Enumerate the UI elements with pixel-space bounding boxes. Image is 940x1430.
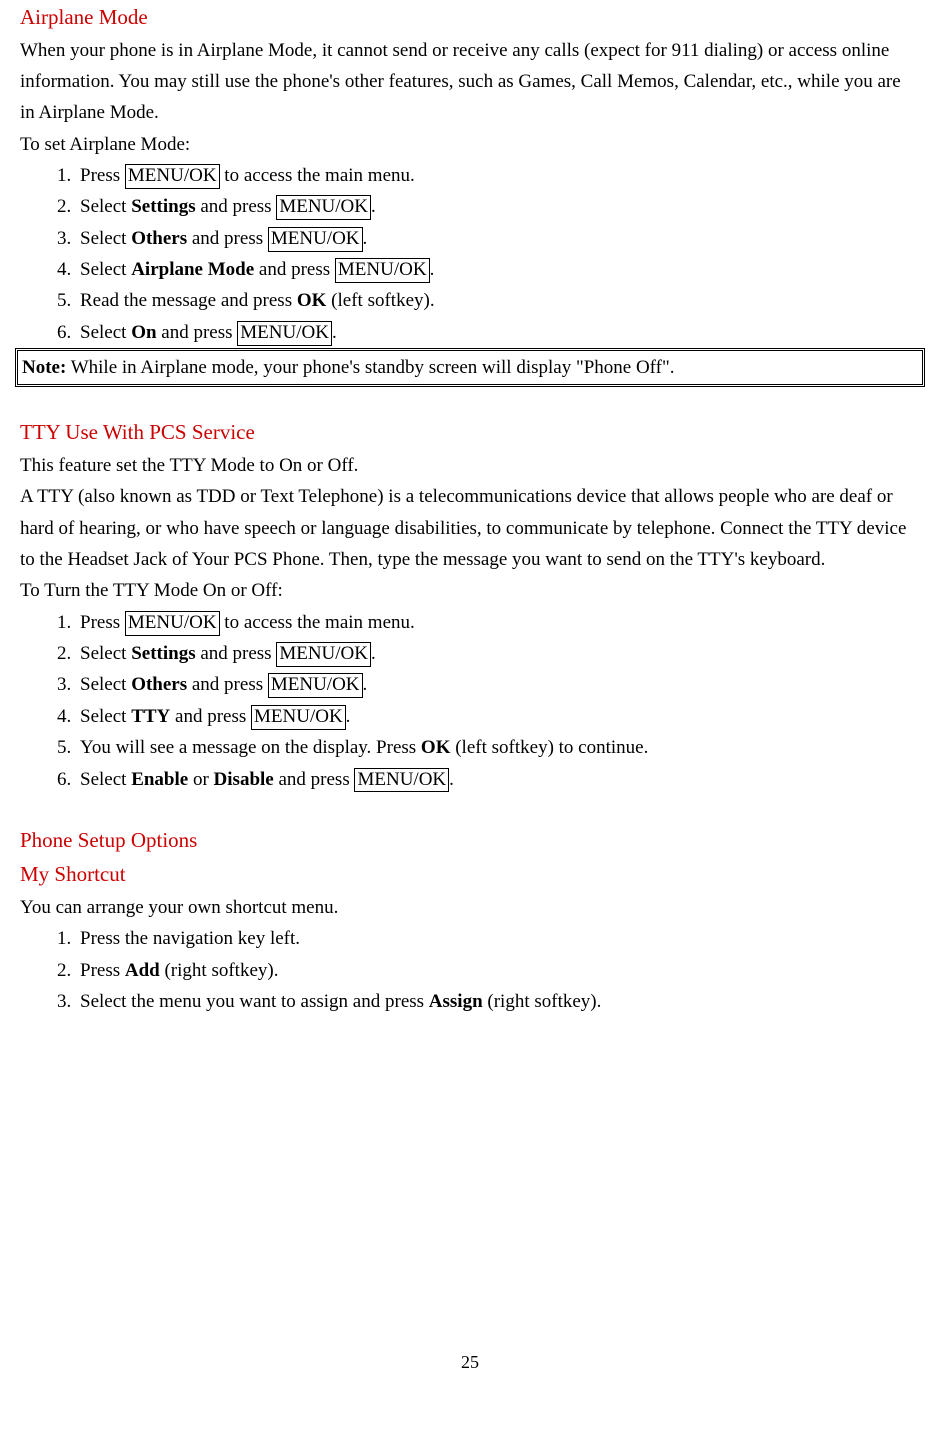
step: Press MENU/OK to access the main menu.	[76, 160, 920, 191]
step: Press MENU/OK to access the main menu.	[76, 607, 920, 638]
step: Read the message and press OK (left soft…	[76, 285, 920, 316]
step: Select Settings and press MENU/OK.	[76, 638, 920, 669]
step: You will see a message on the display. P…	[76, 732, 920, 763]
heading-phone-setup: Phone Setup Options	[20, 823, 920, 858]
step: Select Others and press MENU/OK.	[76, 223, 920, 254]
key-label: MENU/OK	[276, 642, 371, 667]
paragraph: To set Airplane Mode:	[20, 129, 920, 160]
step: Select Enable or Disable and press MENU/…	[76, 764, 920, 795]
paragraph: When your phone is in Airplane Mode, it …	[20, 35, 920, 129]
key-label: MENU/OK	[125, 611, 220, 636]
note-box: Note: While in Airplane mode, your phone…	[15, 348, 925, 387]
key-label: MENU/OK	[276, 195, 371, 220]
paragraph: You can arrange your own shortcut menu.	[20, 892, 920, 923]
step: Press the navigation key left.	[76, 923, 920, 954]
step: Select Settings and press MENU/OK.	[76, 191, 920, 222]
paragraph: A TTY (also known as TDD or Text Telepho…	[20, 481, 920, 575]
step: Press Add (right softkey).	[76, 955, 920, 986]
heading-tty: TTY Use With PCS Service	[20, 415, 920, 450]
key-label: MENU/OK	[268, 673, 363, 698]
step: Select the menu you want to assign and p…	[76, 986, 920, 1017]
step: Select Airplane Mode and press MENU/OK.	[76, 254, 920, 285]
steps-list: Press MENU/OK to access the main menu. S…	[20, 607, 920, 795]
note-text: While in Airplane mode, your phone's sta…	[66, 357, 674, 378]
step: Select TTY and press MENU/OK.	[76, 701, 920, 732]
step: Select On and press MENU/OK.	[76, 317, 920, 348]
key-label: MENU/OK	[237, 321, 332, 346]
paragraph: This feature set the TTY Mode to On or O…	[20, 450, 920, 481]
step: Select Others and press MENU/OK.	[76, 669, 920, 700]
note-label: Note:	[22, 357, 66, 378]
heading-my-shortcut: My Shortcut	[20, 857, 920, 892]
key-label: MENU/OK	[335, 258, 430, 283]
heading-airplane-mode: Airplane Mode	[20, 0, 920, 35]
paragraph: To Turn the TTY Mode On or Off:	[20, 575, 920, 606]
key-label: MENU/OK	[354, 768, 449, 793]
steps-list: Press the navigation key left. Press Add…	[20, 923, 920, 1017]
steps-list: Press MENU/OK to access the main menu. S…	[20, 160, 920, 348]
page-number: 25	[20, 1348, 920, 1378]
key-label: MENU/OK	[268, 227, 363, 252]
key-label: MENU/OK	[251, 705, 346, 730]
key-label: MENU/OK	[125, 164, 220, 189]
